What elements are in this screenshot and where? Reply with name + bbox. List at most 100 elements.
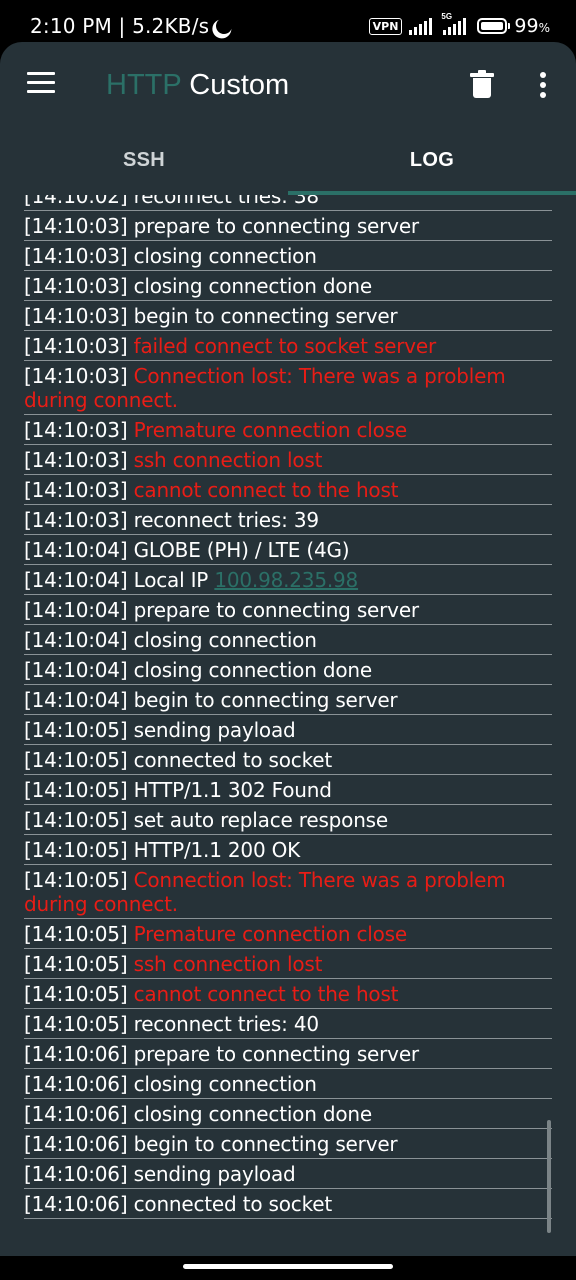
- app-title-custom: Custom: [189, 69, 290, 101]
- scrollbar-thumb[interactable]: [547, 1120, 551, 1233]
- log-timestamp: [14:10:03]: [24, 364, 128, 388]
- log-entry: [14:10:03] failed connect to socket serv…: [24, 331, 552, 361]
- log-entry: [14:10:04] closing connection: [24, 625, 552, 655]
- log-error-message: ssh connection lost: [133, 448, 323, 472]
- log-message: prepare to connecting server: [133, 214, 420, 238]
- log-entry: [14:10:05] ssh connection lost: [24, 949, 552, 979]
- log-entry: [14:10:03] closing connection done: [24, 271, 552, 301]
- log-timestamp: [14:10:04]: [24, 598, 128, 622]
- log-entry: [14:10:05] HTTP/1.1 200 OK: [24, 835, 552, 865]
- home-gesture-bar[interactable]: [183, 1264, 393, 1269]
- log-entry: [14:10:03] cannot connect to the host: [24, 475, 552, 505]
- log-message: closing connection done: [133, 274, 373, 298]
- log-timestamp: [14:10:03]: [24, 478, 128, 502]
- log-entry: [14:10:04] closing connection done: [24, 655, 552, 685]
- battery-value: 99: [514, 15, 539, 37]
- log-message: prepare to connecting server: [133, 1042, 420, 1066]
- app-title: HTTP Custom: [106, 66, 289, 104]
- log-timestamp: [14:10:04]: [24, 688, 128, 712]
- log-entry: [14:10:06] closing connection: [24, 1069, 552, 1099]
- navigation-bar: [0, 1256, 576, 1280]
- log-message: set auto replace response: [133, 808, 389, 832]
- status-time: 2:10 PM: [30, 14, 112, 38]
- log-error-message: Premature connection close: [133, 922, 408, 946]
- log-entry: [14:10:05] sending payload: [24, 715, 552, 745]
- log-error-message: failed connect to socket server: [133, 334, 437, 358]
- log-timestamp: [14:10:04]: [24, 568, 128, 592]
- log-timestamp: [14:10:05]: [24, 982, 128, 1006]
- log-timestamp: [14:10:03]: [24, 274, 128, 298]
- log-message: reconnect tries: 40: [133, 1012, 319, 1036]
- log-entry: [14:10:03] prepare to connecting server: [24, 211, 552, 241]
- log-timestamp: [14:10:05]: [24, 838, 128, 862]
- log-message: sending payload: [133, 1162, 296, 1186]
- log-entry: [14:10:03] Premature connection close: [24, 415, 552, 445]
- log-entry: [14:10:03] reconnect tries: 39: [24, 505, 552, 535]
- log-entry: [14:10:04] GLOBE (PH) / LTE (4G): [24, 535, 552, 565]
- hamburger-menu-icon[interactable]: [27, 72, 55, 94]
- log-entry: [14:10:03] Connection lost: There was a …: [24, 361, 552, 415]
- log-timestamp: [14:10:03]: [24, 304, 128, 328]
- log-timestamp: [14:10:03]: [24, 244, 128, 268]
- log-message: connected to socket: [133, 748, 333, 772]
- log-timestamp: [14:10:06]: [24, 1042, 128, 1066]
- status-left: 2:10 PM | 5.2KB/s: [30, 14, 225, 38]
- log-ip-link[interactable]: 100.98.235.98: [214, 568, 358, 592]
- log-message: begin to connecting server: [133, 304, 398, 328]
- log-timestamp: [14:10:03]: [24, 334, 128, 358]
- network-type-label: 5G: [441, 12, 453, 21]
- battery-unit: %: [538, 21, 550, 35]
- log-entry: [14:10:02] reconnect tries: 38: [24, 195, 552, 211]
- log-entry: [14:10:03] ssh connection lost: [24, 445, 552, 475]
- tab-ssh[interactable]: SSH: [0, 128, 288, 195]
- log-timestamp: [14:10:05]: [24, 778, 128, 802]
- status-speed: 5.2KB/s: [132, 14, 210, 38]
- log-timestamp: [14:10:06]: [24, 1132, 128, 1156]
- tab-bar: SSH LOG: [0, 128, 576, 195]
- log-timestamp: [14:10:06]: [24, 1072, 128, 1096]
- more-vert-icon[interactable]: [536, 72, 550, 98]
- battery-icon: [477, 18, 511, 34]
- log-timestamp: [14:10:06]: [24, 1192, 128, 1216]
- log-timestamp: [14:10:05]: [24, 748, 128, 772]
- log-timestamp: [14:10:06]: [24, 1162, 128, 1186]
- log-message: begin to connecting server: [133, 688, 398, 712]
- log-entry: [14:10:04] begin to connecting server: [24, 685, 552, 715]
- signal-strength-icon: [409, 17, 433, 35]
- log-message: sending payload: [133, 718, 296, 742]
- app-bar: HTTP Custom: [0, 42, 576, 128]
- log-timestamp: [14:10:03]: [24, 508, 128, 532]
- log-entry: [14:10:06] begin to connecting server: [24, 1129, 552, 1159]
- log-timestamp: [14:10:03]: [24, 418, 128, 442]
- log-entry: [14:10:06] connected to socket: [24, 1189, 552, 1219]
- do-not-disturb-moon-icon: [214, 16, 235, 37]
- log-entry: [14:10:05] Connection lost: There was a …: [24, 865, 552, 919]
- log-entry: [14:10:06] closing connection done: [24, 1099, 552, 1129]
- log-timestamp: [14:10:05]: [24, 952, 128, 976]
- log-timestamp: [14:10:04]: [24, 658, 128, 682]
- log-message: connected to socket: [133, 1192, 333, 1216]
- log-entry: [14:10:05] HTTP/1.1 302 Found: [24, 775, 552, 805]
- log-entry: [14:10:03] closing connection: [24, 241, 552, 271]
- log-timestamp: [14:10:03]: [24, 214, 128, 238]
- log-error-message: cannot connect to the host: [133, 478, 399, 502]
- log-view[interactable]: [14:10:02] reconnect tries: 38 [14:10:03]…: [0, 195, 576, 1256]
- log-message: reconnect tries: 39: [133, 508, 319, 532]
- log-message: HTTP/1.1 200 OK: [133, 838, 301, 862]
- signal-strength-5g-icon: 5G: [441, 12, 467, 35]
- log-entry: [14:10:05] Premature connection close: [24, 919, 552, 949]
- log-timestamp: [14:10:05]: [24, 868, 128, 892]
- tab-log[interactable]: LOG: [288, 128, 576, 195]
- log-timestamp: [14:10:05]: [24, 1012, 128, 1036]
- log-timestamp: [14:10:04]: [24, 628, 128, 652]
- log-message: prepare to connecting server: [133, 598, 420, 622]
- log-entry: [14:10:06] prepare to connecting server: [24, 1039, 552, 1069]
- log-timestamp: [14:10:05]: [24, 922, 128, 946]
- vpn-badge: VPN: [368, 17, 403, 35]
- battery-percentage: 99%: [514, 15, 550, 37]
- log-error-message: Premature connection close: [133, 418, 408, 442]
- log-message: closing connection done: [133, 658, 373, 682]
- app-root: 2:10 PM | 5.2KB/s VPN 5G 99% HTTP Custom: [0, 0, 576, 1280]
- trash-icon[interactable]: [470, 70, 494, 100]
- log-message: closing connection done: [133, 1102, 373, 1126]
